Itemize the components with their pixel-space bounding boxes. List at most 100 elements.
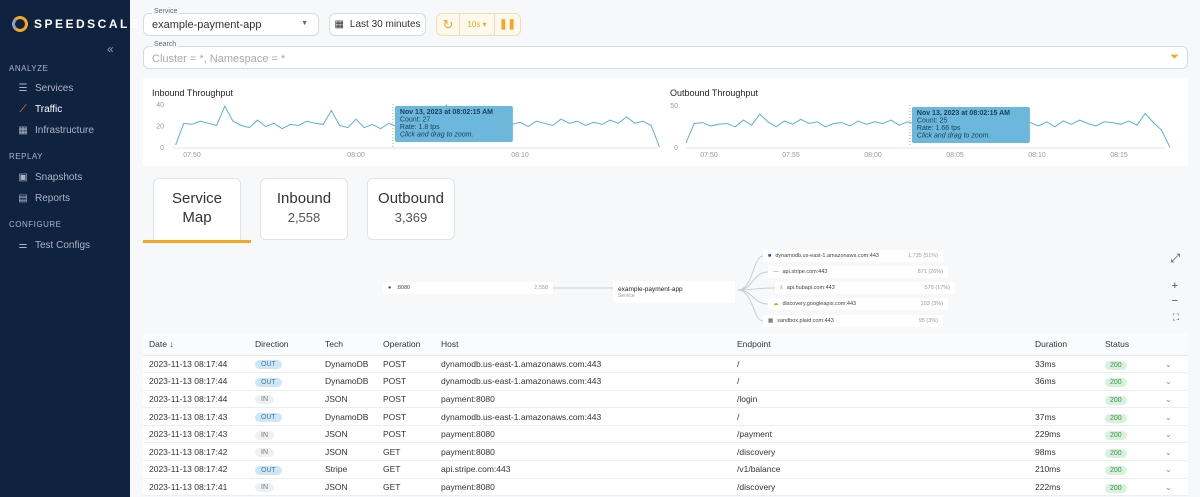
map-node-source[interactable]: ●:8080 2,558 [383, 282, 553, 294]
tech-cell: JSON [319, 442, 377, 462]
map-node-target[interactable]: ▩ sandbox.plaid.com:443 95 (3%) [763, 315, 943, 327]
expand-cell[interactable]: ⌄ [1159, 372, 1188, 391]
column-header[interactable]: Duration [1029, 333, 1099, 356]
endpoint-cell: / [731, 372, 1029, 391]
column-header[interactable]: Date ↓ [143, 333, 249, 356]
node-label: dynamodb.us-east-1.amazonaws.com:443 [775, 253, 879, 259]
table-row[interactable]: 2023-11-13 08:17:42 IN JSON GET payment:8080… [143, 442, 1188, 462]
expand-cell[interactable]: ⌄ [1159, 425, 1188, 444]
cell-text: /discovery [737, 446, 776, 457]
refresh-controls: ↻ 10s ▾ ❚❚ [436, 13, 521, 36]
cell-text: 229ms [1035, 429, 1061, 440]
table-row[interactable]: 2023-11-13 08:17:43 IN JSON POST payment:808… [143, 425, 1188, 444]
expand-cell[interactable]: ⌄ [1159, 355, 1188, 374]
expand-cell[interactable]: ⌄ [1159, 478, 1188, 497]
cell-text: payment:8080 [441, 481, 495, 492]
cell-text: / [737, 376, 740, 387]
label: Traffic [35, 104, 63, 115]
expand-cell[interactable]: ⌄ [1159, 407, 1188, 426]
fit-view-icon[interactable]: ⛶ [1173, 312, 1179, 323]
google-cloud-icon: ☁ [773, 301, 779, 307]
column-header[interactable]: Direction [249, 333, 319, 356]
sidebar-item-reports[interactable]: ▤ Reports [18, 193, 70, 204]
direction-cell: IN [249, 425, 319, 444]
expand-row-icon[interactable]: ⌄ [1165, 377, 1172, 386]
brand-logo[interactable]: SPEEDSCALE [12, 16, 140, 32]
column-header[interactable]: Host [435, 333, 731, 356]
service-map[interactable]: ●:8080 2,558 example-payment-app Service ■… [143, 245, 1188, 331]
expand-row-icon[interactable]: ⌄ [1165, 430, 1172, 439]
zoom-in-icon[interactable]: + [1172, 280, 1178, 292]
table-row[interactable]: 2023-11-13 08:17:43 OUT DynamoDB POST dynamo… [143, 407, 1188, 426]
refresh-interval-select[interactable]: 10s ▾ [459, 14, 495, 35]
collapse-sidebar-button[interactable]: « [107, 42, 114, 56]
node-count: 1,735 (51%) [908, 253, 938, 259]
refresh-icon[interactable]: ↻ [437, 17, 459, 33]
endpoint-cell: /discovery [731, 478, 1029, 497]
cell-text: 2023-11-13 08:17:43 [149, 429, 228, 440]
table-row[interactable]: 2023-11-13 08:17:42 OUT Stripe GET api.strip… [143, 460, 1188, 479]
table-row[interactable]: 2023-11-13 08:17:44 IN JSON POST payment:808… [143, 390, 1188, 409]
direction-cell: IN [249, 478, 319, 497]
section-replay: REPLAY [9, 152, 43, 161]
column-header[interactable]: Status [1099, 333, 1159, 356]
outbound-throughput-chart[interactable]: 0 50 07:50 07:55 08:00 08:05 08:10 08:15 Nov 13,… [660, 98, 1180, 164]
outbound-chart-title: Outbound Throughput [670, 88, 758, 98]
direction-cell: OUT [249, 460, 319, 479]
sidebar-item-traffic[interactable]: ⟋ Traffic [18, 104, 63, 115]
operation-cell: POST [377, 425, 435, 444]
tab-service-map[interactable]: Service Map [153, 178, 241, 240]
expand-row-icon[interactable]: ⌄ [1165, 395, 1172, 404]
sidebar-item-services[interactable]: ☰ Services [18, 83, 74, 94]
column-header[interactable]: Tech [319, 333, 377, 356]
status-cell: 200 [1099, 425, 1159, 444]
cell-text: 98ms [1035, 446, 1056, 457]
search-input[interactable]: Search Cluster = *, Namespace = * ⏷ [143, 41, 1188, 69]
sidebar-item-infrastructure[interactable]: ▦ Infrastructure [18, 125, 94, 136]
filter-icon[interactable]: ⏷ [1170, 51, 1179, 64]
expand-row-icon[interactable]: ⌄ [1165, 413, 1172, 422]
column-header[interactable]: Endpoint [731, 333, 1029, 356]
cell-text: payment:8080 [441, 393, 495, 404]
tab-outbound[interactable]: Outbound 3,369 [367, 178, 455, 240]
x-tick-label: 08:15 [1110, 152, 1128, 159]
map-node-target[interactable]: ʎ api.hubapi.com:443 575 (17%) [775, 282, 955, 294]
expand-cell[interactable]: ⌄ [1159, 390, 1188, 409]
table-row[interactable]: 2023-11-13 08:17:41 IN JSON GET payment:8080… [143, 478, 1188, 497]
tooltip-count: Count: 27 [400, 117, 430, 124]
map-node-target[interactable]: — api.stripe.com:443 871 (26%) [768, 266, 948, 278]
map-node-target[interactable]: ■ dynamodb.us-east-1.amazonaws.com:443 1,7… [763, 250, 943, 262]
cell-text: Stripe [325, 464, 348, 475]
operation-cell: POST [377, 355, 435, 374]
trend-icon: ⟋ [19, 104, 27, 115]
map-node-service[interactable]: example-payment-app Service [613, 281, 735, 303]
column-header[interactable]: Operation [377, 333, 435, 356]
status-cell: 200 [1099, 390, 1159, 409]
expand-row-icon[interactable]: ⌄ [1165, 448, 1172, 457]
expand-cell[interactable]: ⌄ [1159, 442, 1188, 462]
duration-cell: 37ms [1029, 407, 1099, 426]
expand-row-icon[interactable]: ⌄ [1165, 465, 1172, 474]
cell-text: /login [737, 393, 758, 404]
map-node-target[interactable]: ☁ discovery.googleapis.com:443 103 (3%) [768, 298, 948, 310]
host-cell: payment:8080 [435, 425, 731, 444]
time-range-button[interactable]: ▦ Last 30 minutes [329, 13, 426, 36]
sidebar-item-test-configs[interactable]: ⚌ Test Configs [18, 240, 91, 251]
operation-cell: POST [377, 407, 435, 426]
zoom-out-icon[interactable]: − [1172, 295, 1178, 307]
inbound-throughput-chart[interactable]: 0 20 40 07:50 08:00 08:10 Nov 13, 2023 at 08:0… [143, 98, 663, 164]
column-header-expand [1159, 333, 1188, 356]
sidebar-item-snapshots[interactable]: ▣ Snapshots [18, 172, 82, 183]
tab-inbound[interactable]: Inbound 2,558 [260, 178, 348, 240]
expand-icon[interactable]: ⤢ [1170, 251, 1180, 266]
status-badge: 200 [1105, 413, 1127, 423]
expand-cell[interactable]: ⌄ [1159, 460, 1188, 479]
expand-row-icon[interactable]: ⌄ [1165, 483, 1172, 492]
table-row[interactable]: 2023-11-13 08:17:44 OUT DynamoDB POST dynamo… [143, 355, 1188, 374]
service-select[interactable]: Service example-payment-app ▼ [143, 8, 319, 36]
table-row[interactable]: 2023-11-13 08:17:44 OUT DynamoDB POST dynamo… [143, 372, 1188, 391]
expand-row-icon[interactable]: ⌄ [1165, 360, 1172, 369]
cell-text: dynamodb.us-east-1.amazonaws.com:443 [441, 376, 602, 387]
tech-cell: JSON [319, 478, 377, 497]
pause-icon[interactable]: ❚❚ [495, 19, 520, 30]
